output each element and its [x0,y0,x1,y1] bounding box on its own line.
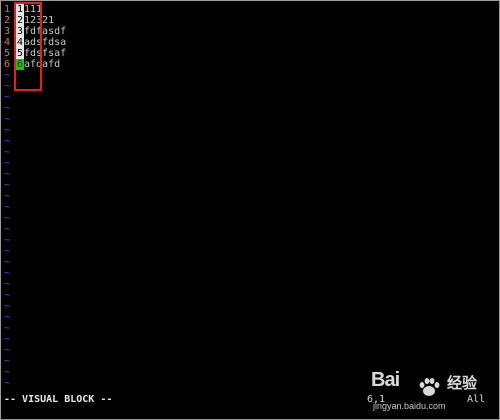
tilde-marker: ~ [4,334,11,345]
tilde-marker: ~ [4,125,11,136]
line-number: 4 [4,37,11,48]
watermark-cn: 经验 [447,375,478,392]
buffer-line[interactable]: 4 4 adsfdsa [4,37,66,48]
block-selection-cell[interactable]: 2 [16,15,24,26]
terminal-window: 1 1 111 2 2 12321 3 3 fdfasdf 4 4 adsfds… [0,0,500,420]
buffer-line[interactable]: 3 3 fdfasdf [4,26,66,37]
line-number: 1 [4,4,11,15]
cursor-cell[interactable]: 6 [16,59,24,70]
tilde-marker: ~ [4,378,11,389]
tilde-marker: ~ [4,158,11,169]
line-text[interactable]: 12321 [24,15,54,26]
line-number: 6 [4,59,11,70]
tilde-marker: ~ [4,81,11,92]
tilde-marker: ~ [4,180,11,191]
block-selection-cell[interactable]: 3 [16,26,24,37]
block-selection-cell[interactable]: 5 [16,48,24,59]
tilde-marker: ~ [4,147,11,158]
tilde-marker: ~ [4,136,11,147]
tilde-marker: ~ [4,202,11,213]
empty-line-markers: ~ ~ ~ ~ ~ ~ ~ ~ ~ ~ ~ ~ ~ ~ ~ ~ ~ ~ ~ ~ ~ ~ ~ ~ ~ ~ ~ ~ ~ [4,70,66,389]
tilde-marker: ~ [4,191,11,202]
buffer-line[interactable]: 1 1 111 [4,4,66,15]
tilde-marker: ~ [4,103,11,114]
buffer-line[interactable]: 6 6 afdafd [4,59,66,70]
baidu-watermark: Bai 经验 jingyan.baidu.com [371,369,489,415]
buffer-line[interactable]: 5 5 fdsfsaf [4,48,66,59]
tilde-marker: ~ [4,279,11,290]
tilde-marker: ~ [4,70,11,81]
line-text[interactable]: fdsfsaf [24,48,66,59]
buffer-line[interactable]: 2 2 12321 [4,15,66,26]
line-number: 3 [4,26,11,37]
tilde-marker: ~ [4,213,11,224]
tilde-marker: ~ [4,114,11,125]
block-selection-cell[interactable]: 4 [16,37,24,48]
tilde-marker: ~ [4,235,11,246]
tilde-marker: ~ [4,367,11,378]
tilde-marker: ~ [4,257,11,268]
tilde-marker: ~ [4,246,11,257]
watermark-brand: Bai [371,369,400,391]
tilde-marker: ~ [4,169,11,180]
line-text[interactable]: 111 [24,4,42,15]
tilde-marker: ~ [4,290,11,301]
tilde-marker: ~ [4,268,11,279]
paw-icon [419,378,440,396]
line-number: 5 [4,48,11,59]
line-text[interactable]: adsfdsa [24,37,66,48]
tilde-marker: ~ [4,224,11,235]
tilde-marker: ~ [4,92,11,103]
watermark-url: jingyan.baidu.com [373,401,446,411]
tilde-marker: ~ [4,323,11,334]
vim-buffer[interactable]: 1 1 111 2 2 12321 3 3 fdfasdf 4 4 adsfds… [4,4,66,389]
line-text[interactable]: fdfasdf [24,26,66,37]
tilde-marker: ~ [4,301,11,312]
block-selection-cell[interactable]: 1 [16,4,24,15]
mode-indicator: -- VISUAL BLOCK -- [4,394,113,405]
tilde-marker: ~ [4,345,11,356]
tilde-marker: ~ [4,312,11,323]
tilde-marker: ~ [4,356,11,367]
line-text[interactable]: afdafd [24,59,60,70]
line-number: 2 [4,15,11,26]
